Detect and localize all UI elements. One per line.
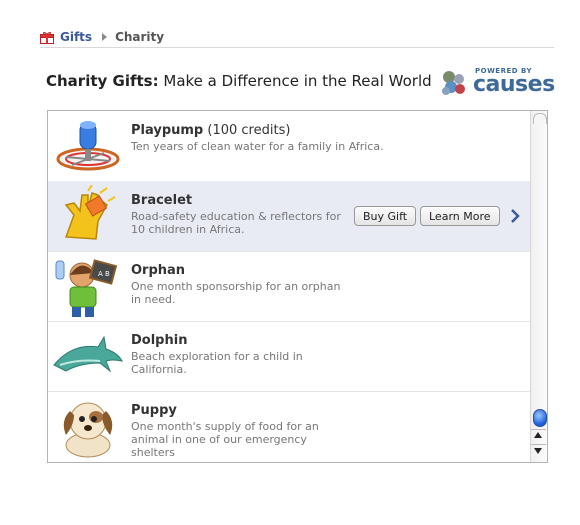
gift-row-bracelet[interactable]: Bracelet Road-safety education & reflect…	[48, 181, 530, 252]
scrollbar-divider	[531, 429, 546, 430]
gift-row-dolphin[interactable]: Dolphin Beach exploration for a child in…	[48, 321, 530, 392]
gift-credits: (100 credits)	[203, 123, 291, 138]
gift-name: Orphan	[131, 263, 186, 278]
gift-row-playpump[interactable]: Playpump (100 credits) Ten years of clea…	[48, 111, 530, 182]
header-divider	[40, 47, 554, 48]
page-title-rest: Make a Difference in the Real World	[158, 72, 432, 90]
orphan-child-icon: A B	[55, 259, 118, 317]
page-title-bold: Charity Gifts:	[46, 72, 159, 90]
gift-name: Playpump (100 credits)	[131, 123, 290, 138]
gift-name-text: Playpump	[131, 123, 204, 138]
gift-list: Playpump (100 credits) Ten years of clea…	[47, 110, 548, 463]
gift-icon	[40, 31, 54, 44]
scroll-up-arrow-icon[interactable]	[534, 432, 542, 438]
scroll-down-arrow-icon[interactable]	[534, 448, 542, 454]
buy-gift-button[interactable]: Buy Gift	[354, 206, 417, 226]
dolphin-icon	[53, 335, 123, 373]
causes-brand: causes	[473, 72, 555, 97]
gift-description: One month sponsorship for an orphan in n…	[131, 280, 341, 306]
bracelet-glove-icon	[64, 185, 116, 240]
gift-description: Ten years of clean water for a family in…	[131, 140, 384, 153]
gift-row-orphan[interactable]: A B Orphan One month sponsorship for an …	[48, 251, 530, 322]
scrollbar-top-cap	[533, 113, 547, 124]
breadcrumb-gifts-link[interactable]: Gifts	[60, 30, 92, 44]
gift-description: Beach exploration for a child in Califor…	[131, 350, 303, 376]
chevron-right-icon[interactable]	[508, 208, 522, 224]
breadcrumb-arrow-icon	[102, 33, 108, 41]
scrollbar-thumb[interactable]	[533, 409, 547, 427]
playpump-icon	[56, 121, 120, 171]
svg-text:A B: A B	[98, 270, 110, 278]
puppy-icon	[63, 402, 113, 458]
breadcrumb: Gifts Charity	[40, 29, 164, 45]
gift-description: One month's supply of food for an animal…	[131, 420, 319, 459]
gift-name: Dolphin	[131, 333, 188, 348]
gift-row-puppy[interactable]: Puppy One month's supply of food for an …	[48, 391, 530, 462]
scrollbar[interactable]	[530, 111, 547, 462]
gift-name: Puppy	[131, 403, 177, 418]
causes-people-icon	[442, 71, 465, 95]
gift-description: Road-safety education & reflectors for 1…	[131, 210, 341, 236]
page-title: Charity Gifts: Make a Difference in the …	[46, 72, 432, 90]
powered-by-causes-logo[interactable]: POWERED BY causes	[439, 66, 555, 98]
breadcrumb-current: Charity	[115, 30, 165, 44]
learn-more-button[interactable]: Learn More	[420, 206, 500, 226]
scrollbar-divider	[531, 444, 546, 445]
gift-name: Bracelet	[131, 193, 193, 208]
